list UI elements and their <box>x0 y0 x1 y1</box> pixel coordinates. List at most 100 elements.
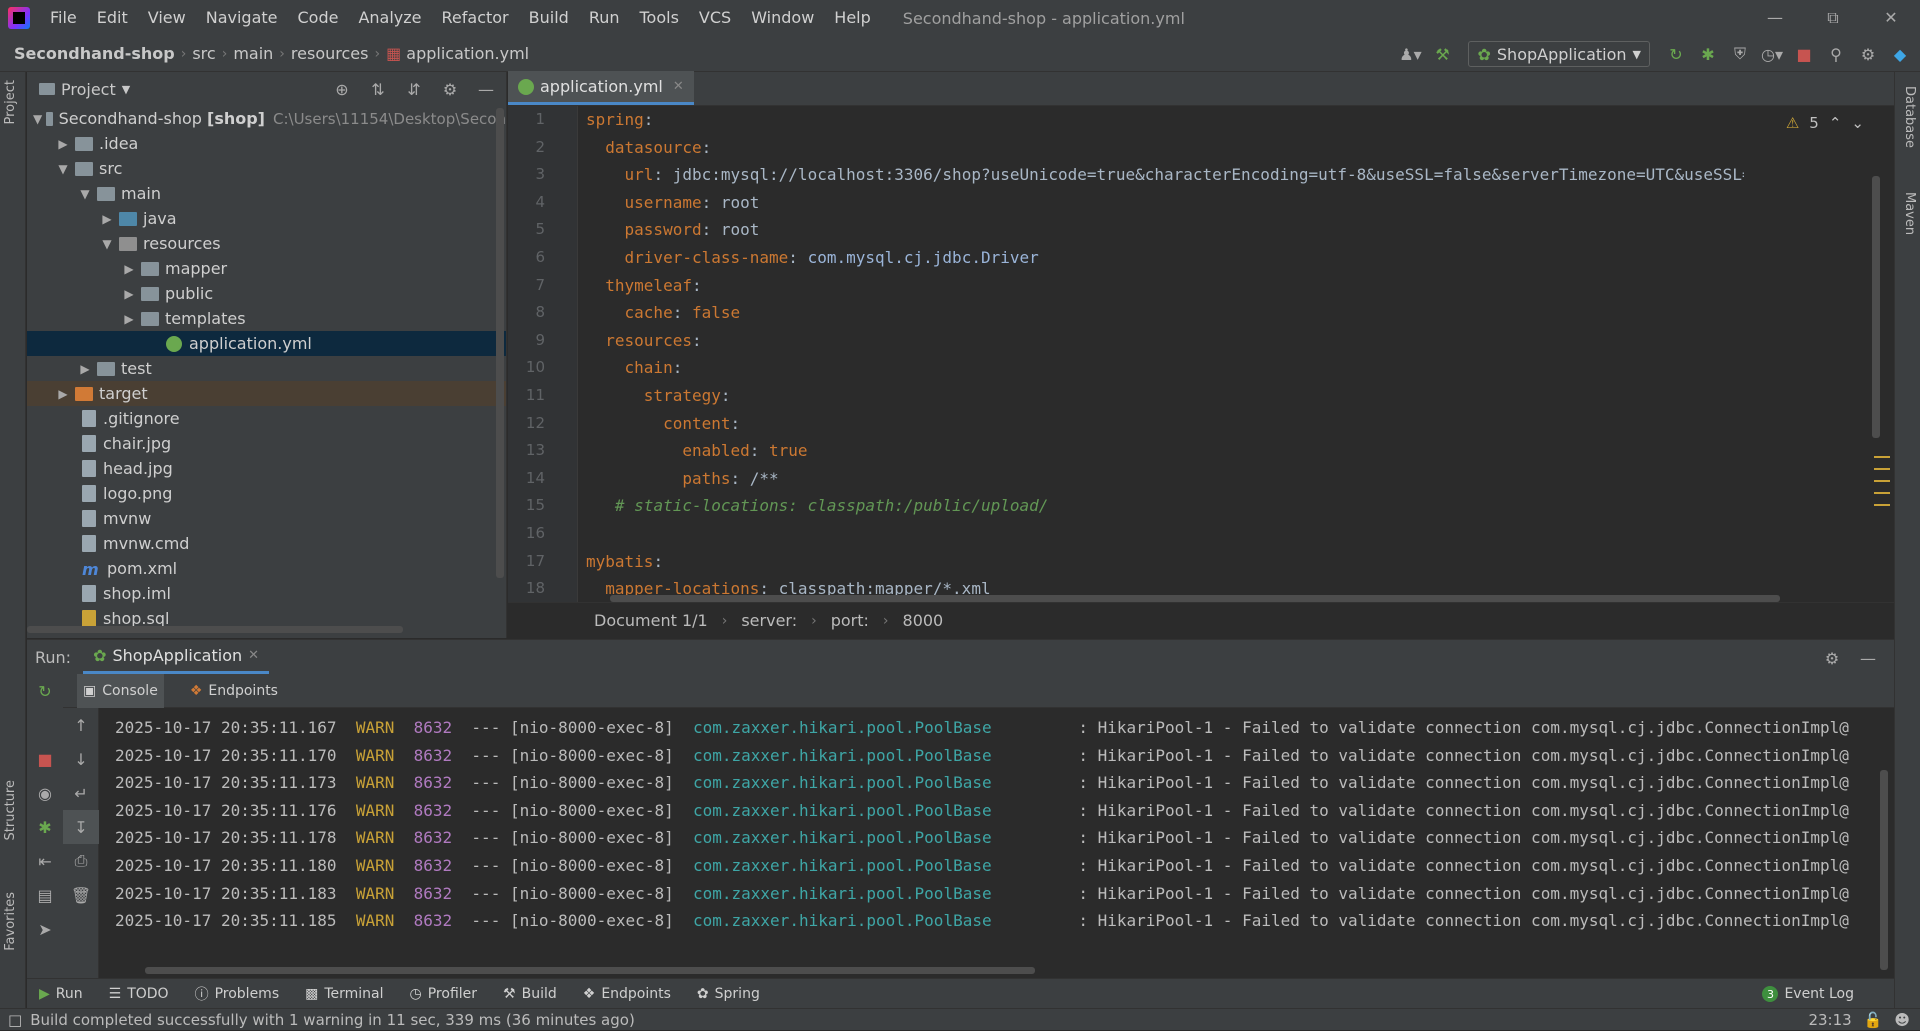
chevron-right-icon[interactable]: ▶ <box>121 287 137 301</box>
tree-item-mvnw[interactable]: mvnw <box>27 506 506 531</box>
log-logger[interactable]: com.zaxxer.hikari.pool.PoolBase <box>693 828 992 847</box>
bottom-tab-build[interactable]: ⚒ Build <box>503 986 557 1002</box>
tree-item-application-yml[interactable]: application.yml <box>27 331 506 356</box>
toolbox-icon[interactable]: ◆ <box>1888 42 1912 66</box>
rerun-icon[interactable]: ↻ <box>1664 42 1688 66</box>
console-horizontal-scrollbar[interactable] <box>145 967 1035 974</box>
breadcrumb-project[interactable]: Secondhand-shop <box>0 44 181 63</box>
search-icon[interactable]: ⚲ <box>1824 42 1848 66</box>
tab-console[interactable]: ▣ Console <box>77 673 164 708</box>
log-logger[interactable]: com.zaxxer.hikari.pool.PoolBase <box>693 746 992 765</box>
notifications-icon[interactable]: ☻ <box>1894 1011 1910 1029</box>
inspection-widget[interactable]: ⚠ 5 ⌃ ⌄ <box>1786 114 1864 132</box>
debug-icon[interactable]: ✱ <box>1696 42 1720 66</box>
lock-icon[interactable]: 🔓 <box>1864 1011 1883 1029</box>
layout-toggle-icon[interactable]: □ <box>8 1011 22 1029</box>
exit-icon[interactable]: ⇤ <box>27 844 63 878</box>
print-icon[interactable]: ⎙ <box>63 844 99 878</box>
menu-navigate[interactable]: Navigate <box>196 0 288 36</box>
chevron-right-icon[interactable]: ▶ <box>77 362 93 376</box>
caret-position[interactable]: 23:13 <box>1808 1011 1851 1029</box>
log-logger[interactable]: com.zaxxer.hikari.pool.PoolBase <box>693 773 992 792</box>
log-logger[interactable]: com.zaxxer.hikari.pool.PoolBase <box>693 801 992 820</box>
menu-edit[interactable]: Edit <box>87 0 138 36</box>
menu-file[interactable]: File <box>40 0 87 36</box>
down-arrow-icon[interactable]: ↓ <box>63 742 99 776</box>
tree-item-shop-iml[interactable]: shop.iml <box>27 581 506 606</box>
bottom-tab-spring[interactable]: ✿ Spring <box>697 986 760 1002</box>
breadcrumb-document[interactable]: Document 1/1 <box>594 611 708 630</box>
menu-help[interactable]: Help <box>824 0 880 36</box>
tab-endpoints[interactable]: ❖ Endpoints <box>184 674 284 708</box>
console-vertical-scrollbar[interactable] <box>1880 770 1888 970</box>
bottom-tab-profiler[interactable]: ◷ Profiler <box>410 986 478 1002</box>
menu-refactor[interactable]: Refactor <box>432 0 519 36</box>
settings-gear-icon[interactable]: ⚙ <box>1856 42 1880 66</box>
hide-panel-icon[interactable]: — <box>1856 646 1880 670</box>
chevron-right-icon[interactable]: ▶ <box>121 262 137 276</box>
project-vertical-scrollbar[interactable] <box>496 108 504 578</box>
profile-icon[interactable]: ◷▾ <box>1760 42 1784 66</box>
collapse-all-icon[interactable]: ⇵ <box>402 77 426 101</box>
coverage-icon[interactable]: ⛨ <box>1728 42 1752 66</box>
tree-item-java[interactable]: ▶ java <box>27 206 506 231</box>
rerun-icon[interactable]: ↻ <box>27 674 63 708</box>
editor-horizontal-scrollbar[interactable] <box>610 595 1780 602</box>
editor-vertical-scrollbar[interactable] <box>1872 176 1880 438</box>
editor-tab-application-yml[interactable]: application.yml ✕ <box>508 71 694 105</box>
tree-item-gitignore[interactable]: .gitignore <box>27 406 506 431</box>
layout-icon[interactable]: ▤ <box>27 878 63 912</box>
tree-item-root[interactable]: ▼ Secondhand-shop [shop] C:\Users\11154\… <box>27 106 506 131</box>
chevron-down-icon[interactable]: ▼ <box>77 187 93 201</box>
tree-item-main[interactable]: ▼ main <box>27 181 506 206</box>
pin-icon[interactable]: ➤ <box>27 912 63 946</box>
close-tab-icon[interactable]: ✕ <box>248 648 259 663</box>
breadcrumb-port[interactable]: port: <box>831 611 869 630</box>
bottom-tab-problems[interactable]: ⓘ Problems <box>195 984 280 1004</box>
chevron-down-icon[interactable]: ▼ <box>33 112 42 126</box>
stop-icon[interactable]: ■ <box>1792 42 1816 66</box>
soft-wrap-icon[interactable]: ↵ <box>63 776 99 810</box>
warning-stripe[interactable] <box>1874 468 1890 470</box>
log-logger[interactable]: com.zaxxer.hikari.pool.PoolBase <box>693 884 992 903</box>
project-horizontal-scrollbar[interactable] <box>27 626 403 633</box>
tree-item-mvnw-cmd[interactable]: mvnw.cmd <box>27 531 506 556</box>
panel-settings-icon[interactable]: ⚙ <box>438 77 462 101</box>
debug-icon[interactable]: ✱ <box>27 810 63 844</box>
hide-panel-icon[interactable]: — <box>474 77 498 101</box>
tree-item-resources[interactable]: ▼ resources <box>27 231 506 256</box>
minimize-icon[interactable]: — <box>1746 0 1804 36</box>
trash-icon[interactable]: 🗑 <box>63 878 99 912</box>
close-tab-icon[interactable]: ✕ <box>673 79 684 94</box>
run-tab-shopapplication[interactable]: ✿ ShopApplication ✕ <box>83 640 270 674</box>
project-panel-title[interactable]: Project <box>61 80 116 99</box>
bottom-tab-run[interactable]: ▶ Run <box>39 986 83 1002</box>
log-logger[interactable]: com.zaxxer.hikari.pool.PoolBase <box>693 718 992 737</box>
menu-run[interactable]: Run <box>579 0 630 36</box>
user-icon[interactable]: ♟▾ <box>1398 42 1422 66</box>
locate-icon[interactable]: ⊕ <box>330 77 354 101</box>
structure-tool-tab[interactable]: Structure <box>3 780 18 840</box>
build-hammer-icon[interactable]: ⚒ <box>1430 42 1454 66</box>
chevron-right-icon[interactable]: ▶ <box>55 137 71 151</box>
run-configuration-select[interactable]: ✿ ShopApplication ▼ <box>1468 41 1650 67</box>
log-logger[interactable]: com.zaxxer.hikari.pool.PoolBase <box>693 911 992 930</box>
tree-item-head-jpg[interactable]: head.jpg <box>27 456 506 481</box>
tree-item-target[interactable]: ▶ target <box>27 381 506 406</box>
menu-window[interactable]: Window <box>741 0 824 36</box>
tree-item-public[interactable]: ▶ public <box>27 281 506 306</box>
chevron-right-icon[interactable]: ▶ <box>121 312 137 326</box>
menu-code[interactable]: Code <box>288 0 349 36</box>
previous-highlight-icon[interactable]: ⌃ <box>1829 114 1842 132</box>
stop-icon[interactable]: ■ <box>27 742 63 776</box>
tree-item-test[interactable]: ▶ test <box>27 356 506 381</box>
tree-item-idea[interactable]: ▶ .idea <box>27 131 506 156</box>
favorites-tool-tab[interactable]: Favorites <box>3 892 18 951</box>
database-tool-tab[interactable]: Database <box>1902 86 1917 148</box>
intellij-logo-icon[interactable] <box>8 7 30 29</box>
maven-tool-tab[interactable]: Maven <box>1902 192 1917 235</box>
tree-item-mapper[interactable]: ▶ mapper <box>27 256 506 281</box>
tree-item-chair-jpg[interactable]: chair.jpg <box>27 431 506 456</box>
expand-all-icon[interactable]: ⇅ <box>366 77 390 101</box>
warning-stripe[interactable] <box>1874 492 1890 494</box>
